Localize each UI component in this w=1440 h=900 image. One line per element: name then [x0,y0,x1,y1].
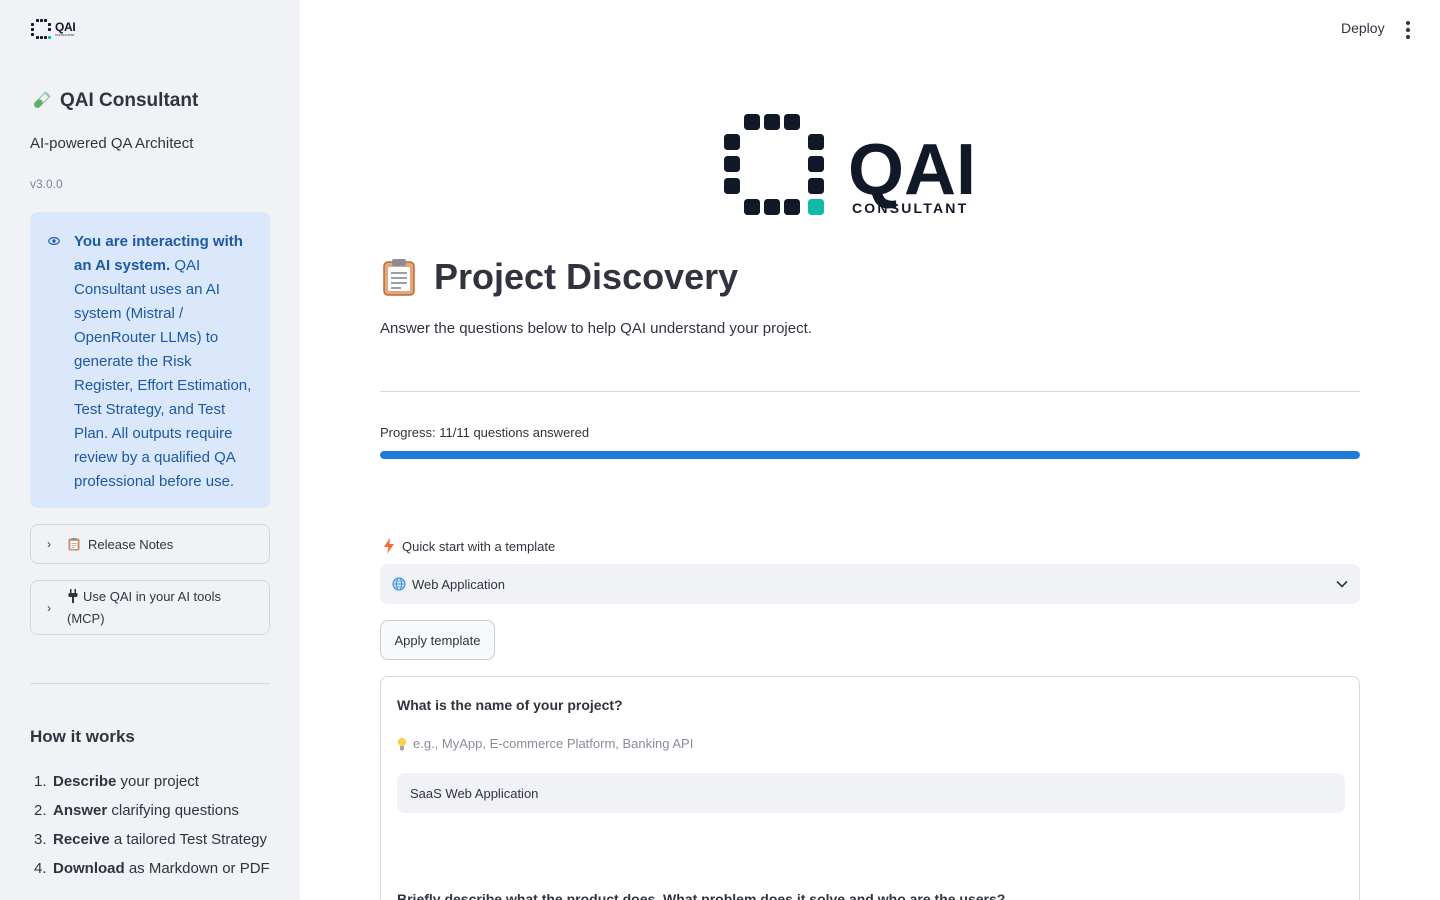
sidebar-logo: QAI CONSULTANT [30,18,76,40]
template-selected-value: Web Application [412,576,505,592]
template-label-text: Quick start with a template [402,538,556,554]
version-label: v3.0.0 [30,177,63,191]
how-it-works-list: 1. Describe your project 2. Answer clarify… [34,770,270,886]
sidebar-divider [30,683,270,684]
list-item: 1. Describe your project [34,773,199,790]
logo-mark-icon [31,19,51,39]
page-subtitle: Answer the questions below to help QAI u… [380,320,812,337]
sidebar-logo-text: QAI [55,20,76,34]
sidebar-tagline: AI-powered QA Architect [30,135,194,152]
template-label: Quick start with a template [384,538,555,554]
lightbulb-icon [397,737,407,750]
chevron-right-icon: › [47,601,51,615]
apply-template-button[interactable]: Apply template [380,620,495,660]
globe-icon [392,577,406,591]
deploy-button[interactable]: Deploy [1341,20,1385,36]
list-item: 4. Download as Markdown or PDF [34,860,270,877]
question-description-label: Briefly describe what the product does. … [397,891,1006,900]
mcp-label-text: Use QAI in your AI tools (MCP) [67,589,222,626]
ai-notice-box: You are interacting with an AI system. Q… [30,212,270,508]
sidebar-title-text: QAI Consultant [60,90,199,111]
progress-label: Progress: 11/11 questions answered [380,425,590,440]
progress-fill [380,451,1360,459]
main-logo: QAI CONSULTANT [722,114,982,223]
sidebar-title: QAI Consultant [30,90,198,112]
list-item: 3. Receive a tailored Test Strategy [34,831,268,848]
ai-notice-text: You are interacting with an AI system. Q… [74,230,254,508]
chevron-right-icon: › [47,537,51,551]
project-name-input[interactable] [397,773,1345,813]
clipboard-icon [68,538,80,551]
mcp-label: Use QAI in your AI tools (MCP) [67,586,257,630]
page-title-text: Project Discovery [434,256,739,297]
chevron-down-icon [1336,580,1348,588]
progress-bar [380,451,1360,459]
clipboard-icon [383,259,415,296]
how-it-works-title: How it works [30,727,135,746]
ai-notice-bold: You are interacting with an AI system. [74,233,243,274]
main-logo-sub: CONSULTANT [852,200,968,216]
question-project-name-hint: e.g., MyApp, E-commerce Platform, Bankin… [397,736,693,751]
question-project-name-hint-text: e.g., MyApp, E-commerce Platform, Bankin… [413,736,694,751]
template-select[interactable]: Web Application [380,564,1360,604]
release-notes-expander[interactable]: › Release Notes [30,524,270,564]
test-tube-icon [33,91,51,109]
list-item: 2. Answer clarifying questions [34,802,239,819]
main-divider [380,391,1360,392]
plug-icon [68,589,78,603]
question-project-name-label: What is the name of your project? [397,697,623,713]
eye-icon [48,230,62,508]
lightning-icon [384,538,394,554]
release-notes-label: Release Notes [88,536,174,552]
ai-notice-body: QAI Consultant uses an AI system (Mistra… [74,257,252,490]
sidebar-logo-sub: CONSULTANT [55,33,75,37]
sidebar: QAI CONSULTANT QAI Consultant AI-powered… [0,0,300,900]
main-logo-text: QAI [848,130,976,210]
page-title: Project Discovery [380,256,738,298]
question-form: What is the name of your project? e.g., … [380,676,1360,900]
mcp-expander[interactable]: › Use QAI in your AI tools (MCP) [30,580,270,635]
more-menu-icon[interactable] [1400,20,1416,40]
